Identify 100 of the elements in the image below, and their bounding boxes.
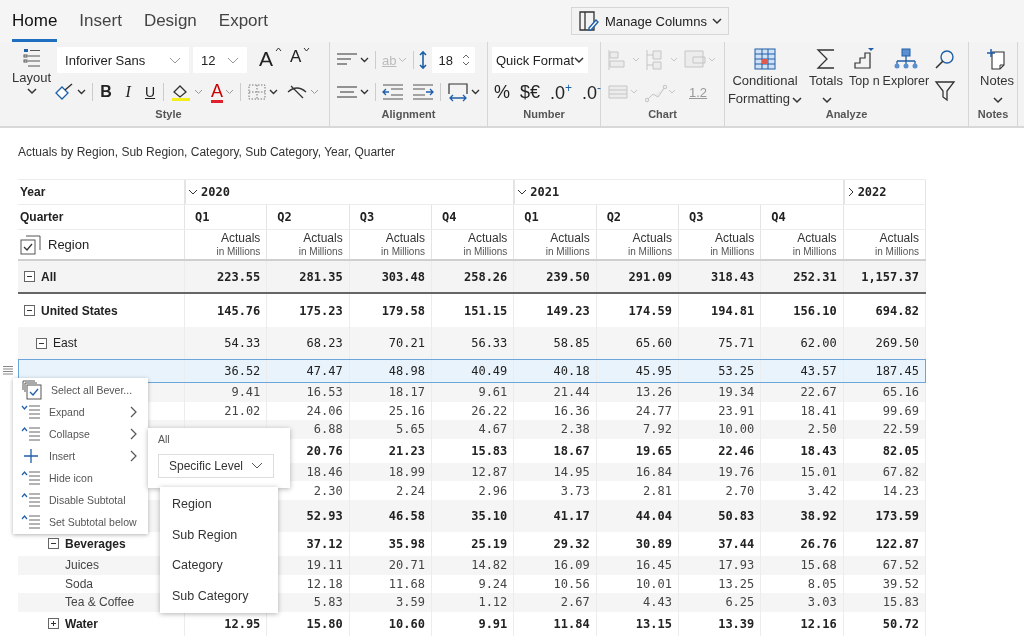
value-cell: 21.02: [224, 403, 261, 418]
value-cell: 4.67: [478, 422, 508, 437]
value-cell: 2.30: [313, 483, 343, 498]
menu-item[interactable]: Disable Subtotal: [13, 489, 148, 511]
value-cell: 187.45: [875, 364, 919, 378]
value-cell: 145.76: [216, 303, 261, 318]
text-format-button[interactable]: B: [97, 79, 116, 105]
value-cell: 291.09: [628, 269, 672, 284]
value-cell: 281.35: [299, 269, 343, 284]
menu-item[interactable]: Collapse: [13, 423, 148, 445]
text-format-button[interactable]: U: [141, 79, 160, 105]
value-cell: 52.93: [306, 508, 343, 523]
ribbon-tab[interactable]: Insert: [79, 7, 122, 42]
value-cell: 18.17: [388, 385, 425, 400]
value-cell: 173.59: [875, 508, 919, 523]
value-cell: 39.52: [882, 576, 919, 591]
row-label: East: [53, 336, 77, 350]
line-height-field[interactable]: 18: [432, 47, 475, 73]
value-cell: 6.88: [313, 422, 343, 437]
notes-button[interactable]: Notes: [973, 46, 1017, 108]
increase-font-button[interactable]: A: [257, 47, 285, 73]
text-format-button[interactable]: I: [119, 79, 138, 105]
year-header-toggle[interactable]: 2020: [188, 185, 230, 199]
manage-columns-button[interactable]: Manage Columns: [571, 7, 729, 35]
value-cell: 12.16: [800, 616, 837, 631]
number-format-button[interactable]: $€: [518, 79, 543, 105]
value-cell: 16.53: [306, 385, 343, 400]
font-color-button[interactable]: A: [209, 79, 237, 105]
dropdown-option[interactable]: Sub Region: [160, 519, 278, 550]
number-format-button[interactable]: .0$^{-}$: [580, 79, 604, 105]
value-cell: 46.58: [388, 508, 425, 523]
measure-unit: in Millions: [545, 244, 590, 258]
quarter-header: Quarter: [18, 205, 185, 229]
value-cell: 14.23: [882, 483, 919, 498]
decrease-font-button[interactable]: A: [288, 47, 313, 73]
explorer-button[interactable]: Explorer: [882, 46, 930, 108]
value-cell: 22.46: [718, 443, 755, 458]
value-cell: 17.93: [718, 558, 755, 573]
layout-button[interactable]: Layout: [12, 46, 52, 108]
value-cell: 75.71: [718, 336, 755, 350]
value-cell: 37.44: [718, 536, 755, 551]
menu-item[interactable]: All: [158, 433, 170, 445]
number-format-button[interactable]: .0$^{+}$: [548, 79, 575, 105]
row-header: Region: [48, 237, 90, 252]
number-format-button[interactable]: %: [492, 79, 512, 105]
measure-header: Actuals: [220, 231, 261, 245]
value-cell: 70.21: [388, 336, 425, 350]
conditional-button[interactable]: Conditional Formatting: [727, 46, 803, 108]
value-cell: 15.80: [306, 616, 343, 631]
value-cell: 15.01: [800, 465, 837, 480]
totals-button[interactable]: Totals: [806, 46, 846, 108]
ribbon-tab[interactable]: Design: [143, 7, 197, 42]
value-cell: 19.76: [718, 465, 755, 480]
font-select[interactable]: Inforiver Sans: [57, 47, 190, 73]
dropdown-option[interactable]: Sub Category: [160, 580, 278, 611]
value-cell: 3.59: [396, 595, 425, 610]
value-cell: 19.34: [718, 385, 755, 400]
measure-header: Actuals: [714, 231, 755, 245]
measure-unit: in Millions: [875, 244, 919, 258]
value-cell: 22.59: [882, 422, 919, 437]
measure-header: Actuals: [385, 231, 425, 245]
topn-button[interactable]: Top n: [849, 46, 880, 108]
selected-row[interactable]: 36.52 47.47 48.98 40.49 40.18 45.95 53.25 43.57 187.45: [18, 359, 926, 383]
value-cell: 14.82: [471, 558, 508, 573]
dropdown-option[interactable]: Region: [160, 489, 278, 520]
quarter-header-cell: Q1: [514, 205, 597, 229]
value-cell: 16.36: [553, 403, 590, 418]
row-label: All: [41, 269, 57, 284]
menu-item[interactable]: Insert: [13, 445, 148, 467]
value-cell: 58.85: [553, 336, 590, 350]
value-cell: 21.44: [553, 385, 590, 400]
quarter-header-cell: Q2: [267, 205, 350, 229]
value-cell: 3.73: [560, 483, 590, 498]
dropdown-option[interactable]: Category: [160, 550, 278, 581]
value-cell: 40.18: [553, 364, 590, 378]
level-select[interactable]: Specific Level: [158, 454, 275, 478]
measure-unit: in Millions: [710, 244, 755, 258]
value-cell: 2.70: [725, 483, 755, 498]
measure-header: Actuals: [303, 231, 343, 245]
value-cell: 12.18: [306, 576, 343, 591]
quarter-header-cell: Q4: [432, 205, 515, 229]
value-cell: 50.83: [718, 508, 755, 523]
font-size-select[interactable]: 12: [193, 47, 248, 73]
menu-item[interactable]: Set Subtotal below: [13, 511, 148, 533]
value-cell: 18.99: [388, 465, 425, 480]
year-header-toggle[interactable]: 2022: [846, 185, 887, 199]
value-cell: 303.48: [381, 269, 425, 284]
quick-format-select[interactable]: Quick Format: [492, 47, 588, 73]
measure-header: Actuals: [632, 231, 672, 245]
value-cell: 4.43: [643, 595, 672, 610]
value-cell: 5.65: [396, 422, 425, 437]
value-cell: 9.24: [478, 576, 508, 591]
value-cell: 18.41: [800, 403, 837, 418]
menu-item[interactable]: Hide icon: [13, 467, 148, 489]
year-header-toggle[interactable]: 2021: [517, 185, 560, 199]
value-cell: 1,157.37: [861, 269, 919, 284]
value-cell: 7.92: [643, 422, 672, 437]
menu-item[interactable]: Expand: [13, 401, 148, 423]
ribbon-tab[interactable]: Export: [218, 7, 268, 42]
measure-unit: in Millions: [792, 244, 837, 258]
